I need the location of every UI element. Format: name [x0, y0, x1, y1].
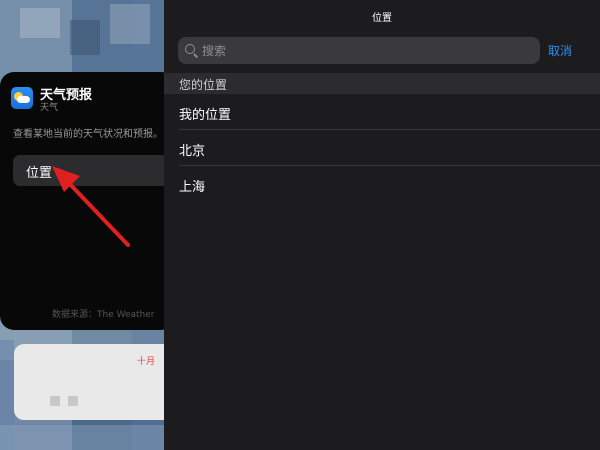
list-item-label: 上海 — [179, 180, 206, 195]
list-item-label: 我的位置 — [179, 108, 232, 123]
weather-app-icon — [11, 87, 33, 109]
cancel-button[interactable]: 取消 — [548, 42, 572, 59]
section-header-your-location: 您的位置 — [164, 73, 600, 94]
widget-description: 查看某地当前的天气状况和预报。 — [13, 129, 163, 140]
weather-widget-card — [0, 72, 175, 330]
data-source-text: 数据来源：The Weather — [52, 310, 155, 320]
search-icon-handle — [193, 53, 199, 58]
panel-title: 位置 — [372, 13, 392, 24]
location-button-label: 位置 — [26, 166, 53, 181]
list-item-beijing[interactable]: 北京 — [164, 130, 600, 166]
list-item-label: 北京 — [179, 144, 206, 159]
widget-subtitle: 天气 — [40, 103, 59, 113]
calendar-month-label: 十月 — [137, 357, 156, 367]
section-header-label: 您的位置 — [179, 78, 228, 92]
list-item-my-location[interactable]: 我的位置 — [164, 94, 600, 130]
search-field[interactable] — [178, 37, 540, 64]
location-button[interactable]: 位置 — [13, 155, 175, 186]
location-picker-panel — [164, 0, 600, 450]
list-item-shanghai[interactable]: 上海 — [164, 166, 600, 202]
search-input[interactable] — [202, 41, 522, 60]
